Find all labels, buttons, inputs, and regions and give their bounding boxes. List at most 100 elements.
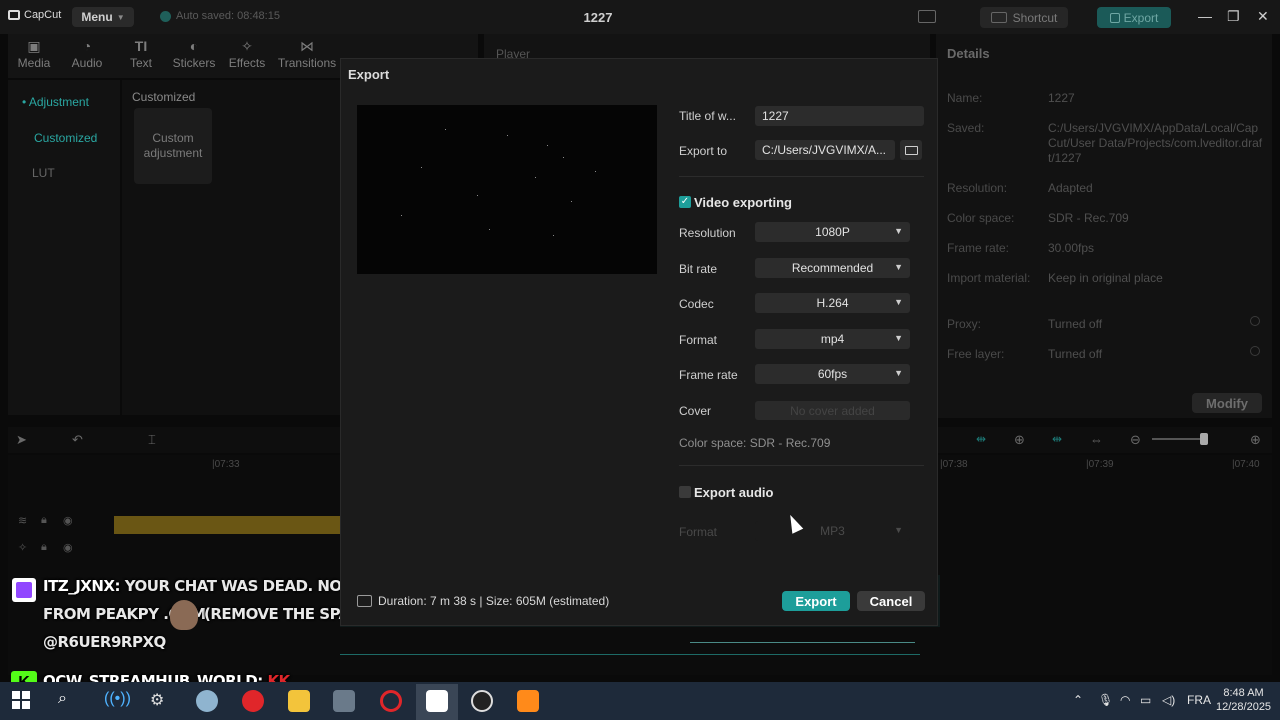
lock-icon[interactable]: 🔒︎ — [41, 514, 47, 527]
keyboard-icon — [990, 12, 1007, 23]
info-icon[interactable] — [1250, 346, 1260, 356]
gamepad-icon[interactable] — [333, 690, 355, 712]
windows-start-icon[interactable] — [12, 691, 30, 709]
details-title: Details — [947, 46, 990, 61]
eye-icon[interactable]: ◉ — [63, 541, 73, 554]
shortcut-button[interactable]: Shortcut — [980, 7, 1068, 28]
cover-button[interactable]: No cover added — [755, 401, 910, 420]
wifi-icon[interactable]: ◠ — [1120, 693, 1130, 707]
microphone-icon[interactable]: 🎙︎ — [1098, 693, 1113, 707]
tool-effects-label: Effects — [228, 56, 266, 70]
tool-audio[interactable]: ◔ Audio — [63, 38, 111, 70]
export-button[interactable]: Export — [782, 591, 850, 611]
detail-value: SDR - Rec.709 — [1048, 211, 1129, 225]
audio-format-select[interactable]: MP3 ▼ — [755, 521, 910, 541]
codec-label: Codec — [679, 297, 714, 311]
format-value: mp4 — [820, 332, 845, 346]
restore-icon[interactable]: ❐ — [1227, 8, 1240, 25]
minimize-icon[interactable]: — — [1198, 8, 1212, 24]
zoom-slider-handle[interactable] — [1200, 433, 1208, 445]
settings-app-icon[interactable]: ⚙ — [150, 690, 164, 710]
tool-stickers[interactable]: ◐ Stickers — [170, 38, 218, 70]
track-adjust-icon: ✧ — [18, 542, 28, 554]
tool-text[interactable]: TI Text — [117, 38, 165, 70]
chevron-up-icon[interactable]: ⌃ — [1073, 693, 1083, 707]
audio-section-title: Export audio — [694, 485, 774, 500]
broadcast-icon[interactable]: ((•)) — [104, 690, 131, 708]
framerate-select[interactable]: 60fps ▼ — [755, 364, 910, 384]
layout-icon[interactable] — [918, 10, 936, 23]
sidebar-item-customized[interactable]: Customized — [34, 131, 97, 145]
zoom-in-icon[interactable]: ⊕ — [1250, 432, 1261, 448]
file-explorer-icon[interactable] — [288, 690, 310, 712]
detail-value: 1227 — [1048, 91, 1075, 105]
detail-value: Adapted — [1048, 181, 1093, 195]
film-icon — [357, 595, 372, 607]
detail-label: Free layer: — [947, 347, 1005, 361]
audio-export-checkbox[interactable] — [679, 486, 691, 498]
battery-icon[interactable]: ▭ — [1140, 693, 1151, 707]
codec-select[interactable]: H.264 ▼ — [755, 293, 910, 313]
format-label: Format — [679, 333, 718, 347]
search-icon[interactable]: ⌕ — [58, 690, 67, 708]
export-top-button[interactable]: Export — [1097, 7, 1171, 28]
volume-icon[interactable]: ◁) — [1162, 693, 1175, 707]
modify-button[interactable]: Modify — [1192, 393, 1262, 413]
info-icon[interactable] — [1250, 316, 1260, 326]
color-space-text: Color space: SDR - Rec.709 — [679, 436, 831, 450]
tool-media[interactable]: ▣ Media — [10, 38, 58, 70]
align-icon[interactable]: ⇔ — [1090, 432, 1103, 447]
codec-value: H.264 — [816, 296, 849, 310]
export-path-input[interactable]: C:/Users/JVGVIMX/A... — [755, 140, 895, 160]
obs-icon[interactable] — [471, 690, 493, 712]
detail-label: Saved: — [947, 121, 985, 135]
undo-icon[interactable]: ↶ — [72, 432, 83, 448]
snap-icon[interactable]: ⇹ — [976, 432, 986, 446]
tool-effects[interactable]: ✧ Effects — [223, 38, 271, 70]
twitch-icon — [12, 578, 36, 602]
panel-heading: Customized — [132, 90, 196, 104]
sidebar-item-adjustment[interactable]: • Adjustment — [22, 95, 89, 109]
tool-audio-label: Audio — [71, 56, 103, 70]
detail-label: Color space: — [947, 211, 1015, 225]
custom-adjustment-card[interactable]: Custom adjustment — [134, 108, 212, 184]
video-export-checkbox[interactable]: ✓ — [679, 196, 691, 208]
close-icon[interactable]: ✕ — [1257, 8, 1269, 25]
stickers-icon: ◐ — [189, 38, 199, 54]
opera-icon[interactable] — [380, 690, 402, 712]
preview-axis-icon[interactable]: ⇹ — [1052, 432, 1062, 446]
chevron-down-icon: ▼ — [894, 297, 903, 307]
video-section-title: Video exporting — [694, 195, 792, 210]
divider — [679, 176, 924, 177]
chevron-down-icon: ▼ — [894, 368, 903, 378]
select-tool-icon[interactable]: ➤ — [16, 432, 27, 448]
bitrate-select[interactable]: Recommended ▼ — [755, 258, 910, 278]
app-icon[interactable] — [196, 690, 218, 712]
split-icon[interactable]: ⌶ — [148, 432, 156, 448]
language-indicator[interactable]: FRA — [1187, 693, 1211, 707]
bitrate-label: Bit rate — [679, 262, 718, 276]
track-effect-icon: ≋ — [18, 515, 28, 527]
cancel-button[interactable]: Cancel — [857, 591, 925, 611]
system-clock[interactable]: 8:48 AM 12/28/2025 — [1216, 686, 1271, 714]
media-player-icon[interactable] — [517, 690, 539, 712]
tool-transitions[interactable]: ⋈ Transitions — [276, 38, 338, 70]
capcut-icon[interactable] — [426, 690, 448, 712]
eye-icon[interactable]: ◉ — [63, 514, 73, 527]
link-icon[interactable]: ⊕ — [1014, 432, 1025, 448]
tool-text-label: Text — [129, 56, 152, 70]
format-select[interactable]: mp4 ▼ — [755, 329, 910, 349]
microphone-app-icon[interactable] — [242, 690, 264, 712]
text-icon: TI — [134, 38, 148, 54]
zoom-out-icon[interactable]: ⊖ — [1130, 432, 1141, 448]
ruler-label: |07:38 — [940, 459, 968, 470]
resolution-select[interactable]: 1080P ▼ — [755, 222, 910, 242]
title-field-label: Title of w... — [679, 109, 736, 123]
title-input[interactable]: 1227 — [755, 106, 924, 126]
chat-text: @R6UER9RPXQ — [43, 633, 166, 651]
lock-icon[interactable]: 🔒︎ — [41, 541, 47, 554]
timeline-clip[interactable] — [114, 516, 340, 534]
folder-icon[interactable] — [900, 140, 922, 160]
sidebar-item-lut[interactable]: LUT — [32, 166, 55, 180]
zoom-slider[interactable] — [1152, 438, 1206, 440]
